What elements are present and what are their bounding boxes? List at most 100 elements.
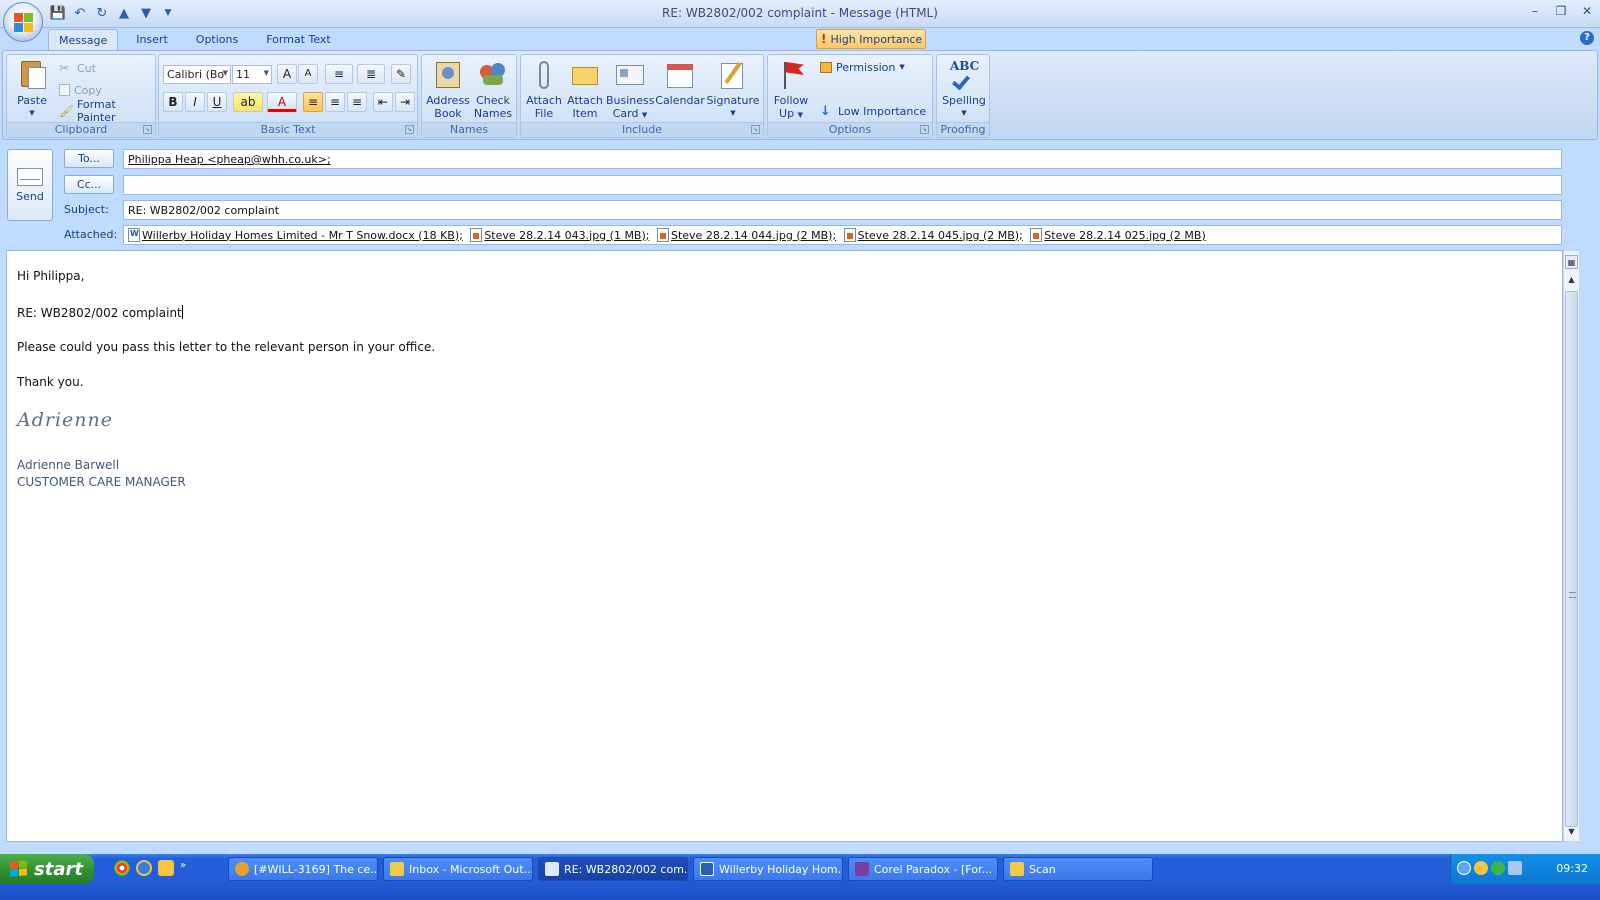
signature-dropdown-icon[interactable]: ▼: [705, 107, 761, 120]
align-left-button[interactable]: ≡: [303, 92, 323, 112]
attachment-item[interactable]: Steve 28.2.14 044.jpg (2 MB);: [656, 228, 836, 242]
attachment-item[interactable]: Steve 28.2.14 025.jpg (2 MB): [1030, 228, 1206, 242]
message-body[interactable]: Hi Philippa, RE: WB2802/002 complaint Pl…: [6, 250, 1563, 842]
close-icon[interactable]: ✕: [1580, 4, 1594, 18]
outlook-icon[interactable]: [158, 860, 174, 876]
address-book-icon: [432, 59, 464, 91]
tab-options[interactable]: Options: [186, 29, 248, 51]
taskbar-item[interactable]: RE: WB2802/002 com...: [538, 857, 688, 881]
spelling-button[interactable]: ABC Spelling ▼: [939, 59, 989, 120]
restore-icon[interactable]: ❐: [1554, 4, 1568, 18]
high-importance-button[interactable]: ! High Importance: [816, 29, 926, 49]
tray-icons: [1457, 861, 1522, 875]
scroll-down-icon[interactable]: ▼: [1565, 825, 1578, 839]
chrome-icon[interactable]: [114, 860, 130, 876]
styles-button[interactable]: ✎: [391, 64, 411, 84]
body-line: Please could you pass this letter to the…: [17, 340, 436, 354]
tray-expand-icon[interactable]: [1457, 861, 1471, 875]
font-color-button[interactable]: A: [267, 92, 297, 112]
decrease-indent-button[interactable]: ⇤: [373, 92, 393, 112]
business-card-button[interactable]: Business Card ▼: [606, 59, 655, 122]
attachment-item[interactable]: Willerby Holiday Homes Limited - Mr T Sn…: [128, 228, 463, 242]
grow-font-button[interactable]: A: [277, 64, 297, 84]
italic-button[interactable]: I: [185, 92, 205, 112]
subject-field[interactable]: RE: WB2802/002 complaint: [123, 200, 1562, 220]
options-group-label: Options: [768, 122, 932, 137]
recipient[interactable]: Philippa Heap <pheap@whh.co.uk>;: [128, 153, 331, 166]
permission-button[interactable]: Permission ▼: [820, 58, 905, 76]
ribbon: Paste ▼ ✂ Cut Copy 🖌 Format Painter Clip…: [2, 50, 1598, 140]
cc-field[interactable]: [123, 175, 1562, 195]
send-button[interactable]: Send: [7, 149, 53, 221]
internet-explorer-icon[interactable]: [136, 860, 152, 876]
paste-dropdown-icon[interactable]: ▼: [12, 107, 52, 120]
calendar-button[interactable]: Calendar: [655, 59, 705, 107]
increase-indent-button[interactable]: ⇥: [395, 92, 415, 112]
font-name-combo[interactable]: Calibri (Bo ▼: [163, 65, 231, 84]
check-names-button[interactable]: Check Names: [470, 59, 516, 120]
low-importance-button[interactable]: ↓ Low Importance: [820, 102, 926, 120]
taskbar-item[interactable]: Willerby Holiday Hom...: [693, 857, 843, 881]
attachment-item[interactable]: Steve 28.2.14 043.jpg (1 MB);: [470, 228, 649, 242]
help-icon[interactable]: ?: [1580, 31, 1594, 45]
format-painter-button[interactable]: 🖌 Format Painter: [59, 98, 155, 124]
copy-icon: [59, 84, 70, 96]
copy-button[interactable]: Copy: [59, 81, 102, 99]
taskbar-item[interactable]: Inbox - Microsoft Out...: [383, 857, 533, 881]
taskbar-item[interactable]: [#WILL-3169] The ce...: [228, 857, 378, 881]
outlook-tray-icon[interactable]: [1474, 861, 1488, 875]
tab-format-text[interactable]: Format Text: [256, 29, 341, 51]
follow-up-button[interactable]: Follow Up ▼: [770, 59, 812, 122]
cut-button[interactable]: ✂ Cut: [59, 59, 96, 77]
message-header: Send To... Cc... Subject: Attached: Phil…: [0, 142, 1600, 250]
calendar-label: Calendar: [655, 94, 705, 107]
image-file-icon: [470, 228, 483, 242]
spelling-dropdown-icon[interactable]: ▼: [939, 107, 989, 120]
more-chevron-icon[interactable]: »: [180, 860, 196, 876]
to-button[interactable]: To...: [64, 149, 114, 168]
ruler-toggle-icon[interactable]: ▦: [1565, 255, 1578, 269]
signature-button[interactable]: Signature ▼: [705, 59, 761, 120]
underline-button[interactable]: U: [207, 92, 227, 112]
attach-file-button[interactable]: Attach File: [523, 59, 565, 120]
security-tray-icon[interactable]: [1491, 861, 1505, 875]
chevron-down-icon: ▼: [899, 63, 905, 71]
start-label: start: [34, 858, 83, 880]
send-envelope-icon: [17, 168, 43, 186]
options-launcher-icon[interactable]: ↘: [920, 125, 929, 134]
taskbar-item[interactable]: Scan: [1003, 857, 1153, 881]
taskbar-item[interactable]: Corel Paradox - [For...: [848, 857, 998, 881]
network-tray-icon[interactable]: [1508, 861, 1522, 875]
calendar-icon: [664, 59, 696, 91]
font-size-combo[interactable]: 11 ▼: [232, 65, 272, 84]
highlight-button[interactable]: ab: [233, 92, 263, 112]
shrink-font-button[interactable]: A: [298, 64, 318, 84]
minimize-icon[interactable]: –: [1528, 4, 1542, 18]
bold-button[interactable]: B: [163, 92, 183, 112]
envelope-icon: [569, 59, 601, 91]
bullets-button[interactable]: ≡: [325, 64, 353, 84]
office-button[interactable]: [3, 2, 43, 42]
tab-message[interactable]: Message: [48, 29, 119, 51]
windows-flag-icon: [10, 860, 28, 878]
clipboard-launcher-icon[interactable]: ↘: [143, 125, 152, 134]
address-book-button[interactable]: Address Book: [425, 59, 471, 120]
numbering-button[interactable]: ≣: [357, 64, 385, 84]
options-group: Follow Up ▼ Permission ▼ ↓ Low Importanc…: [767, 54, 933, 138]
include-launcher-icon[interactable]: ↘: [751, 125, 760, 134]
basic-text-launcher-icon[interactable]: ↘: [405, 125, 414, 134]
paste-button[interactable]: Paste ▼: [12, 59, 52, 120]
scroll-thumb[interactable]: [1565, 291, 1578, 827]
center-button[interactable]: ≡: [325, 92, 345, 112]
attach-item-button[interactable]: Attach Item: [564, 59, 606, 120]
start-button[interactable]: start: [0, 854, 94, 884]
include-group-label: Include: [521, 122, 763, 137]
scroll-up-icon[interactable]: ▲: [1565, 273, 1578, 287]
tab-insert[interactable]: Insert: [126, 29, 178, 51]
attachment-item[interactable]: Steve 28.2.14 045.jpg (2 MB);: [843, 228, 1023, 242]
cc-button[interactable]: Cc...: [64, 175, 114, 194]
vertical-scrollbar[interactable]: ▦ ▲ ▼: [1563, 250, 1580, 842]
align-right-button[interactable]: ≡: [347, 92, 367, 112]
to-field[interactable]: Philippa Heap <pheap@whh.co.uk>;: [123, 149, 1562, 169]
clock[interactable]: 09:32: [1556, 862, 1588, 875]
